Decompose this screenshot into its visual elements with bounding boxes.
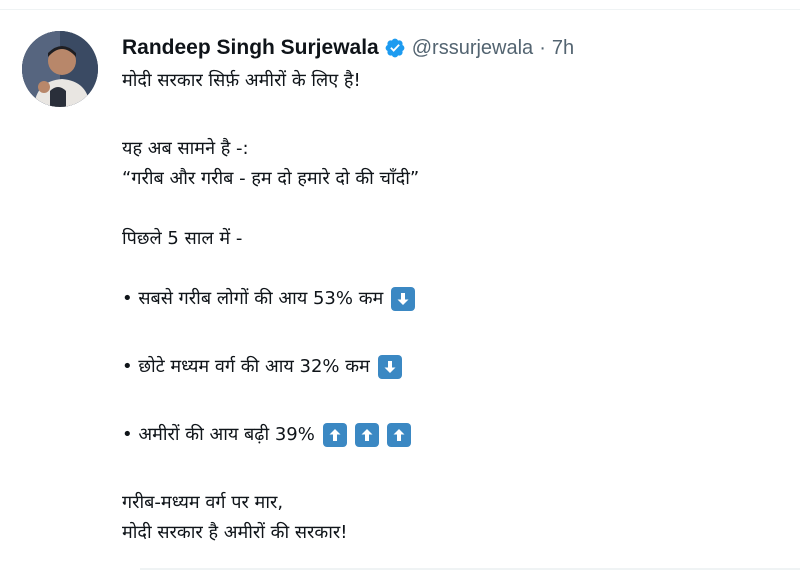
bullet-line: • अमीरों की आय बढ़ी 39% [122, 420, 782, 450]
text-line: मोदी सरकार सिर्फ़ अमीरों के लिए है! [122, 70, 361, 91]
divider [0, 9, 800, 10]
tweet[interactable]: Randeep Singh Surjewala @rssurjewala · 7… [0, 0, 800, 574]
text-line: मोदी सरकार है अमीरों की सरकार! [122, 522, 348, 543]
text-line: “गरीब और गरीब - हम दो हमारे दो की चाँदी” [122, 168, 420, 189]
author-name[interactable]: Randeep Singh Surjewala [122, 36, 379, 60]
bullet-line: • सबसे गरीब लोगों की आय 53% कम [122, 284, 782, 314]
bullet-text: • सबसे गरीब लोगों की आय 53% कम [122, 288, 384, 309]
text-line: पिछले 5 साल में - [122, 228, 243, 249]
timestamp[interactable]: 7h [552, 37, 574, 60]
text-line: गरीब-मध्यम वर्ग पर मार, [122, 492, 284, 513]
avatar[interactable] [22, 31, 98, 107]
verified-badge-icon [385, 38, 405, 58]
avatar-photo [22, 31, 98, 107]
separator-dot: · [539, 36, 546, 59]
bullet-line: • छोटे मध्यम वर्ग की आय 32% कम [122, 352, 782, 382]
up-arrow-icon [386, 423, 411, 447]
down-arrow-icon [391, 287, 416, 311]
text-line: यह अब सामने है -: [122, 138, 249, 159]
bullet-text: • अमीरों की आय बढ़ी 39% [122, 424, 315, 445]
up-arrow-icon [354, 423, 379, 447]
author-handle[interactable]: @rssurjewala [412, 37, 533, 60]
down-arrow-icon [377, 355, 402, 379]
divider [140, 568, 800, 570]
tweet-header: Randeep Singh Surjewala @rssurjewala · 7… [122, 33, 574, 63]
bullet-text: • छोटे मध्यम वर्ग की आय 32% कम [122, 356, 370, 377]
up-arrow-icon [322, 423, 347, 447]
tweet-text: मोदी सरकार सिर्फ़ अमीरों के लिए है! यह अ… [122, 66, 782, 548]
